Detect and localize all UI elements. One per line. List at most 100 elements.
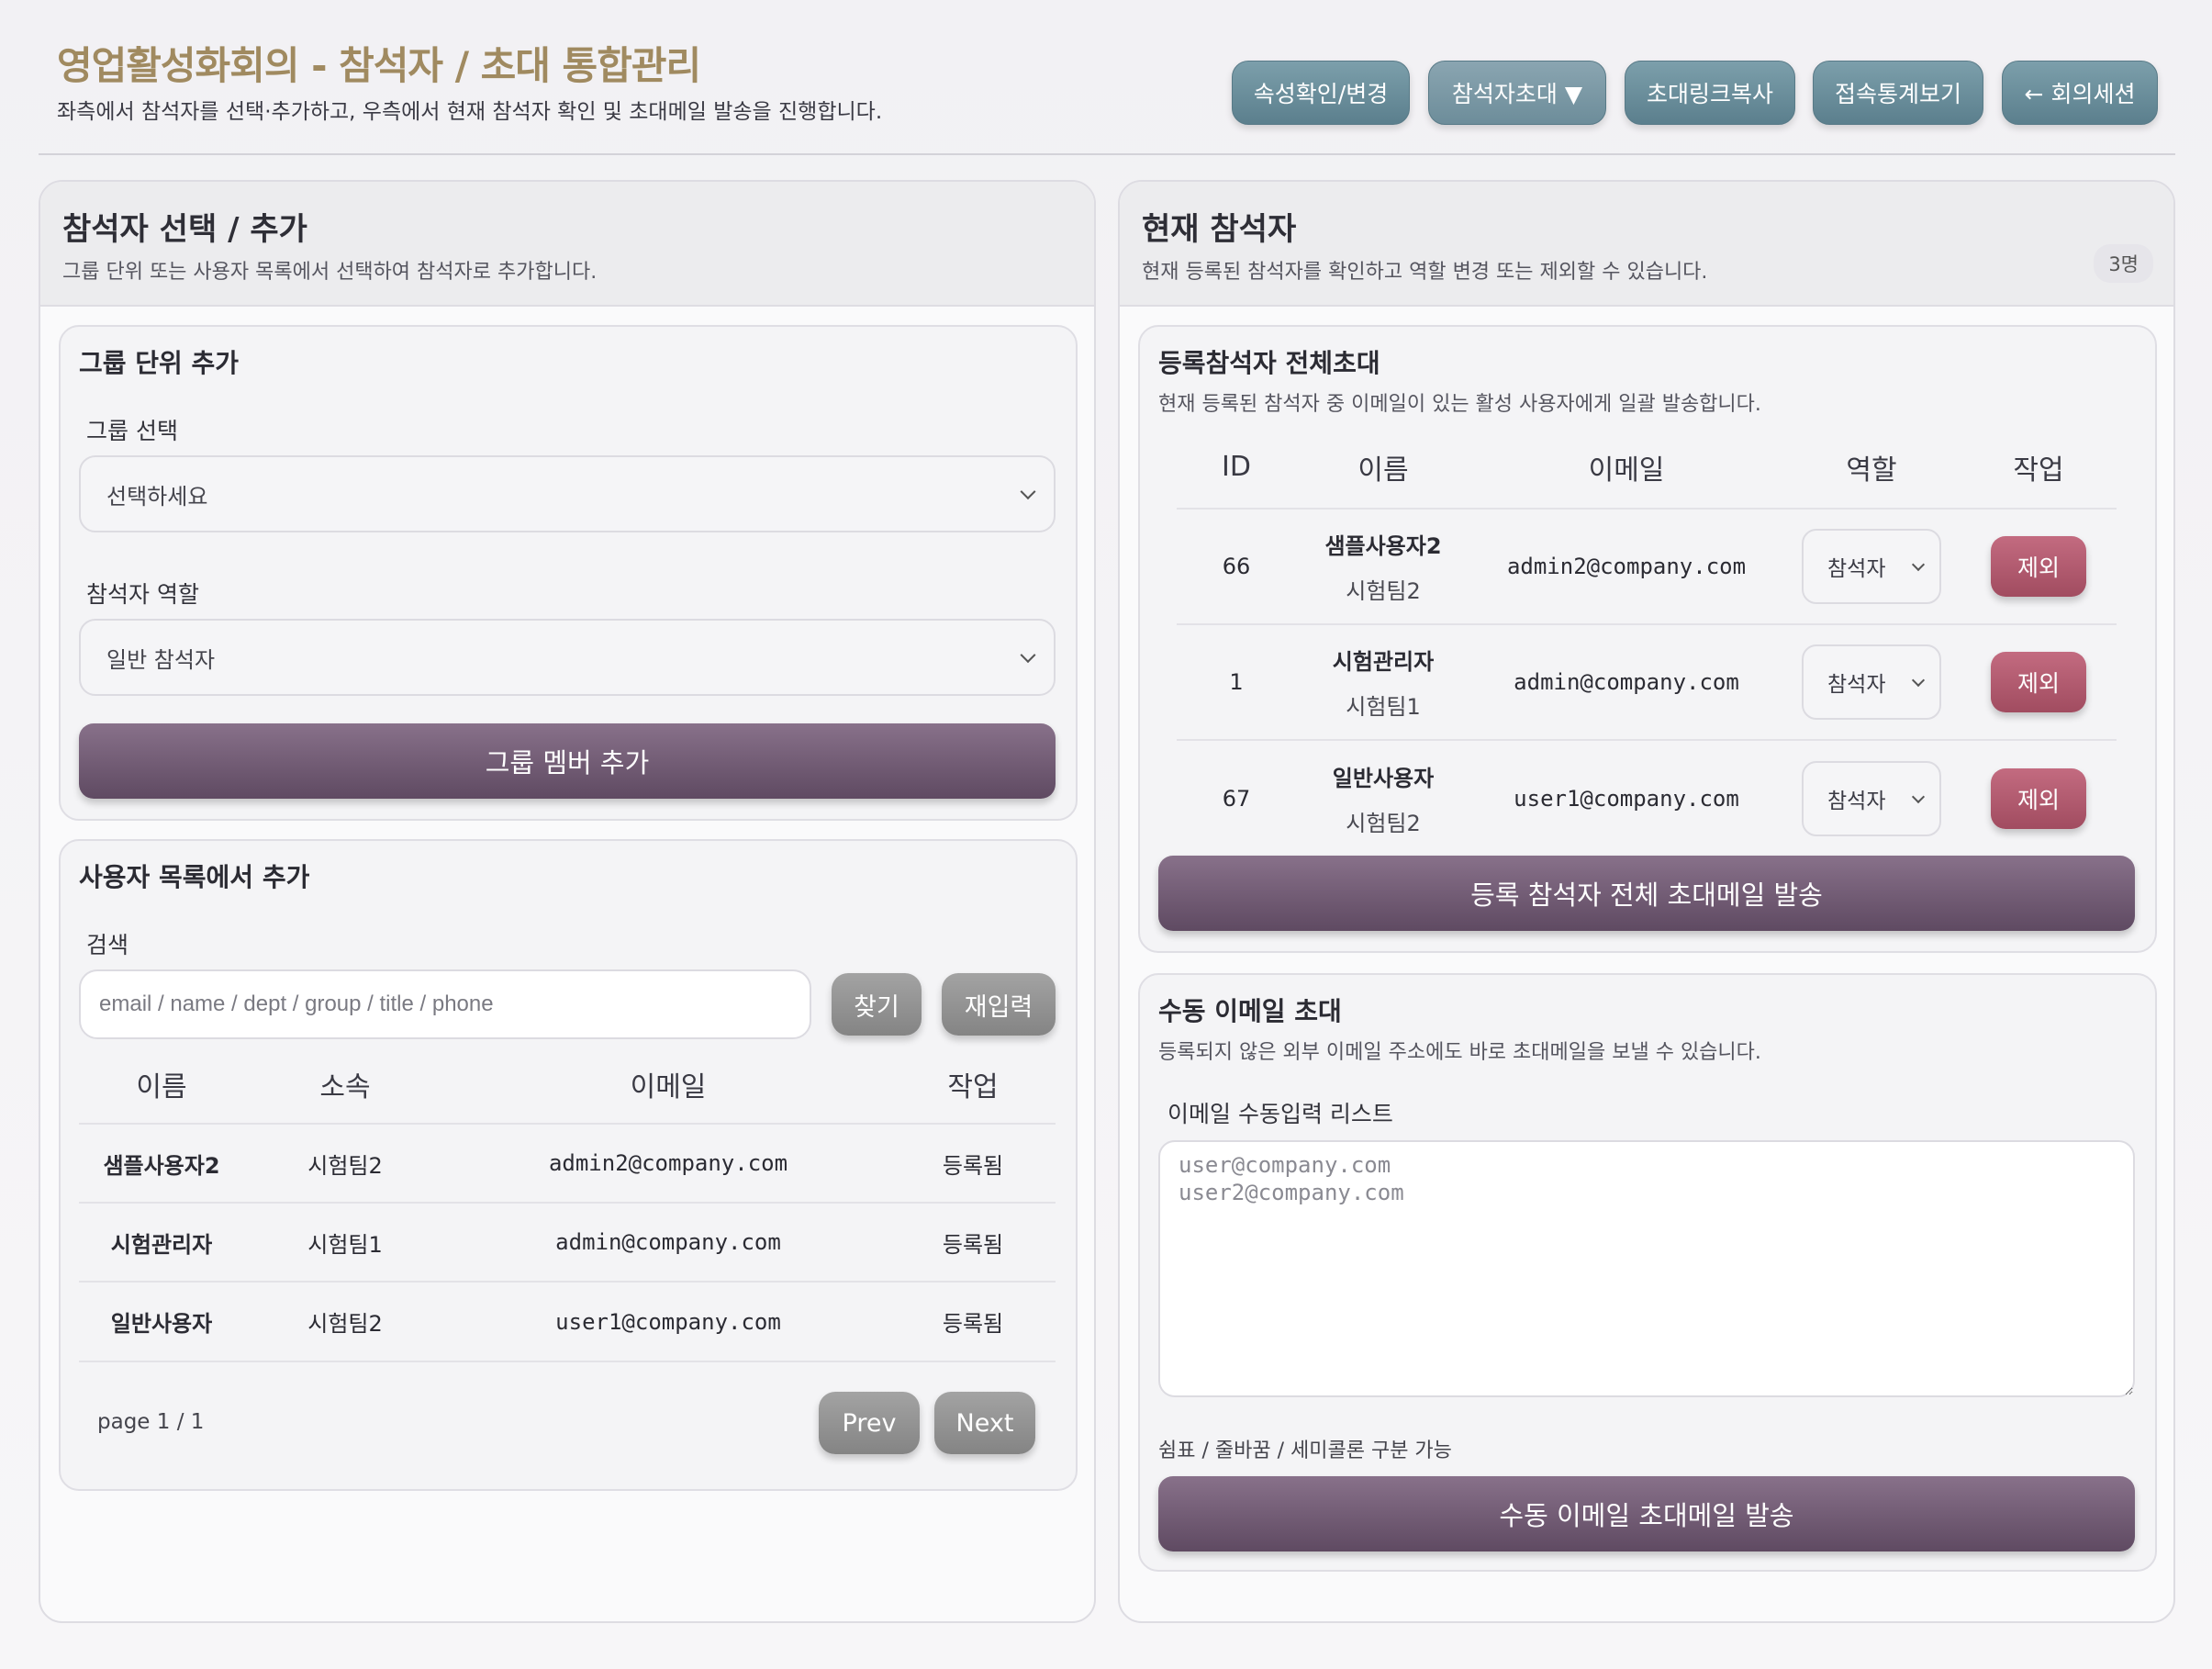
attributes-button[interactable]: 속성확인/변경 [1232, 61, 1410, 125]
column-header: ID [1222, 451, 1251, 483]
reset-button[interactable]: 재입력 [942, 973, 1056, 1036]
role-select-label: 참석자 역할 [86, 581, 199, 608]
page-subtitle: 좌측에서 참석자를 선택·추가하고, 우측에서 현재 참석자 확인 및 초대메일… [57, 100, 883, 124]
role-select[interactable]: 일반 참석자 [79, 619, 1056, 696]
user-name: 시험관리자 [79, 1202, 244, 1282]
column-header: 이메일 [630, 1070, 707, 1103]
attendee-id: 66 [1177, 508, 1296, 624]
attendee-name: 샘플사용자2 [1324, 533, 1442, 559]
separator-hint: 쉼표 / 줄바꿈 / 세미콜론 구분 가능 [1158, 1439, 1452, 1462]
email-list-label: 이메일 수동입력 리스트 [1167, 1101, 1393, 1127]
chevron-down-icon [1020, 647, 1036, 664]
attendee-name-cell: 시험관리자 시험팀1 [1296, 623, 1470, 740]
column-header: 이메일 [1588, 454, 1665, 487]
next-page-button[interactable]: Next [934, 1392, 1035, 1454]
card-title: 등록참석자 전체초대 [1158, 348, 1380, 378]
user-dept: 시험팀2 [244, 1123, 446, 1203]
group-select[interactable]: 선택하세요 [79, 455, 1056, 532]
search-label: 검색 [86, 932, 129, 958]
table-row: 67 일반사용자 시험팀2 user1@company.com 참석자 제외 [1177, 739, 2117, 856]
remove-attendee-button[interactable]: 제외 [1991, 767, 2086, 829]
manual-invite-send-button[interactable]: 수동 이메일 초대메일 발송 [1158, 1476, 2135, 1551]
current-attendees-panel: 현재 참석자 현재 등록된 참석자를 확인하고 역할 변경 또는 제외할 수 있… [1118, 180, 2175, 1623]
user-status: 등록됨 [890, 1281, 1056, 1361]
user-status: 등록됨 [890, 1123, 1056, 1203]
card-title: 수동 이메일 초대 [1158, 996, 1342, 1026]
user-email: admin@company.com [446, 1202, 890, 1282]
action-cell: 제외 [1961, 739, 2117, 856]
panel-header: 참석자 선택 / 추가 그룹 단위 또는 사용자 목록에서 선택하여 참석자로 … [40, 182, 1094, 307]
panel-header: 현재 참석자 현재 등록된 참석자를 확인하고 역할 변경 또는 제외할 수 있… [1120, 182, 2173, 307]
table-row: 1 시험관리자 시험팀1 admin@company.com 참석자 제외 [1177, 623, 2117, 740]
manual-invite-card: 수동 이메일 초대 등록되지 않은 외부 이메일 주소에도 바로 초대메일을 보… [1138, 973, 2157, 1572]
user-list-card: 사용자 목록에서 추가 검색 찾기 재입력 이름 소속 이메일 작업 샘플사용자… [59, 839, 1078, 1491]
invite-all-card: 등록참석자 전체초대 현재 등록된 참석자 중 이메일이 있는 활성 사용자에게… [1138, 325, 2157, 953]
attendee-count-badge: 3명 [2094, 244, 2153, 283]
table-bottom-border [79, 1361, 1056, 1362]
attendee-role-value: 참석자 [1827, 789, 1886, 813]
panel-description: 그룹 단위 또는 사용자 목록에서 선택하여 참석자로 추가합니다. [62, 261, 598, 284]
action-cell: 제외 [1961, 508, 2117, 624]
attendee-role-value: 참석자 [1827, 557, 1886, 581]
panel-title: 현재 참석자 [1142, 211, 1297, 248]
remove-attendee-button[interactable]: 제외 [1991, 652, 2086, 712]
user-email: admin2@company.com [446, 1123, 890, 1203]
invite-all-send-button[interactable]: 등록 참석자 전체 초대메일 발송 [1158, 856, 2135, 931]
column-header: 소속 [319, 1070, 371, 1103]
table-row: 66 샘플사용자2 시험팀2 admin2@company.com 참석자 제외 [1177, 508, 2117, 624]
attendee-dept: 시험팀2 [1346, 578, 1421, 604]
chevron-down-icon [1911, 557, 1926, 572]
search-input[interactable] [79, 969, 811, 1039]
attendee-email: user1@company.com [1470, 739, 1782, 856]
column-header: 작업 [947, 1070, 999, 1103]
card-title: 사용자 목록에서 추가 [79, 862, 310, 892]
user-email: user1@company.com [446, 1281, 890, 1361]
column-header: 이름 [136, 1070, 187, 1103]
stats-button[interactable]: 접속통계보기 [1813, 61, 1983, 125]
attendee-role-select[interactable]: 참석자 [1802, 644, 1941, 720]
action-cell: 제외 [1961, 623, 2117, 740]
find-button[interactable]: 찾기 [832, 973, 922, 1036]
user-name: 샘플사용자2 [79, 1123, 244, 1203]
manual-email-textarea[interactable] [1158, 1140, 2135, 1397]
attendee-name: 시험관리자 [1332, 649, 1435, 675]
attendee-id: 1 [1177, 623, 1296, 740]
chevron-down-icon [1911, 790, 1926, 803]
panel-description: 현재 등록된 참석자를 확인하고 역할 변경 또는 제외할 수 있습니다. [1142, 261, 1708, 284]
table-row[interactable]: 일반사용자 시험팀2 user1@company.com 등록됨 [79, 1281, 1056, 1361]
card-description: 현재 등록된 참석자 중 이메일이 있는 활성 사용자에게 일괄 발송합니다. [1158, 393, 1761, 416]
remove-attendee-button[interactable]: 제외 [1991, 536, 2086, 597]
attendee-name-cell: 샘플사용자2 시험팀2 [1296, 508, 1470, 624]
invite-dropdown-button[interactable]: 참석자초대 ▼ [1428, 61, 1606, 125]
table-row[interactable]: 시험관리자 시험팀1 admin@company.com 등록됨 [79, 1202, 1056, 1282]
attendee-name-cell: 일반사용자 시험팀2 [1296, 739, 1470, 856]
copy-link-button[interactable]: 초대링크복사 [1625, 61, 1795, 125]
chevron-down-icon [1911, 673, 1926, 688]
attendee-role-select[interactable]: 참석자 [1802, 529, 1941, 604]
back-to-session-button[interactable]: ← 회의세션 [2002, 61, 2158, 125]
attendee-id: 67 [1177, 739, 1296, 856]
attendee-table: ID 이름 이메일 역할 작업 66 샘플사용자2 시험팀2 admin2@co… [1177, 426, 2117, 856]
prev-page-button[interactable]: Prev [819, 1392, 920, 1454]
card-title: 그룹 단위 추가 [79, 348, 240, 378]
header-divider [39, 153, 2175, 155]
role-cell: 참석자 [1782, 739, 1961, 856]
attendee-email: admin2@company.com [1470, 508, 1782, 624]
add-group-members-button[interactable]: 그룹 멤버 추가 [79, 723, 1056, 799]
chevron-down-icon [1020, 484, 1036, 500]
panel-title: 참석자 선택 / 추가 [62, 211, 307, 248]
user-dept: 시험팀2 [244, 1281, 446, 1361]
attendee-dept: 시험팀2 [1346, 810, 1421, 836]
user-name: 일반사용자 [79, 1281, 244, 1361]
user-table: 이름 소속 이메일 작업 샘플사용자2 시험팀2 admin2@company.… [79, 1045, 1056, 1361]
user-dept: 시험팀1 [244, 1202, 446, 1282]
attendee-dept: 시험팀1 [1346, 694, 1421, 720]
page-info: page 1 / 1 [97, 1410, 205, 1434]
attendee-email: admin@company.com [1470, 623, 1782, 740]
attendee-role-select[interactable]: 참석자 [1802, 760, 1941, 836]
column-header: 이름 [1357, 454, 1409, 487]
group-select-value: 선택하세요 [106, 483, 208, 510]
table-row[interactable]: 샘플사용자2 시험팀2 admin2@company.com 등록됨 [79, 1123, 1056, 1203]
role-cell: 참석자 [1782, 508, 1961, 624]
attendee-select-panel: 참석자 선택 / 추가 그룹 단위 또는 사용자 목록에서 선택하여 참석자로 … [39, 180, 1096, 1623]
